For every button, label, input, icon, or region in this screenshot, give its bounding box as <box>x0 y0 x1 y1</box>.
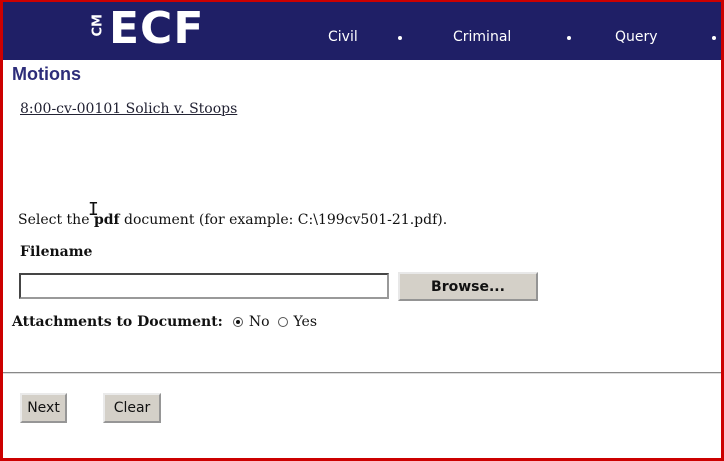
top-navbar: CM ECF Civil Criminal Query <box>3 2 721 60</box>
attachments-no-radio[interactable] <box>232 317 243 327</box>
nav-separator-dot <box>712 36 716 40</box>
attachments-no-label: No <box>248 314 270 330</box>
attachments-row: Attachments to Document: No Yes <box>12 314 325 330</box>
attachments-label: Attachments to Document: <box>12 314 223 330</box>
logo-main: ECF <box>109 3 205 54</box>
instruction-prefix: Select the <box>18 212 94 228</box>
clear-button[interactable]: Clear <box>103 393 161 423</box>
nav-query[interactable]: Query <box>615 29 658 45</box>
nav-separator-dot <box>398 36 402 40</box>
logo-prefix: CM <box>90 13 106 36</box>
instruction-pdf-bold: pdf <box>93 212 120 228</box>
pdf-instruction: Select the pdf document (for example: C:… <box>18 212 447 228</box>
filename-label: Filename <box>20 244 93 260</box>
browse-button[interactable]: Browse... <box>398 272 538 301</box>
filename-input[interactable] <box>19 273 389 299</box>
attachments-yes-label: Yes <box>293 314 318 330</box>
instruction-suffix: document (for example: C:\199cv501-21.pd… <box>119 212 448 228</box>
nav-criminal[interactable]: Criminal <box>453 29 511 45</box>
divider <box>3 372 721 374</box>
next-button[interactable]: Next <box>20 393 67 423</box>
case-number-link[interactable]: 8:00-cv-00101 Solich v. Stoops <box>20 101 237 117</box>
page-title: Motions <box>12 64 81 84</box>
cmecf-logo: CM ECF <box>91 4 204 54</box>
window-frame <box>0 0 724 461</box>
nav-civil[interactable]: Civil <box>328 29 358 45</box>
nav-separator-dot <box>567 36 571 40</box>
attachments-yes-radio[interactable] <box>277 317 288 327</box>
